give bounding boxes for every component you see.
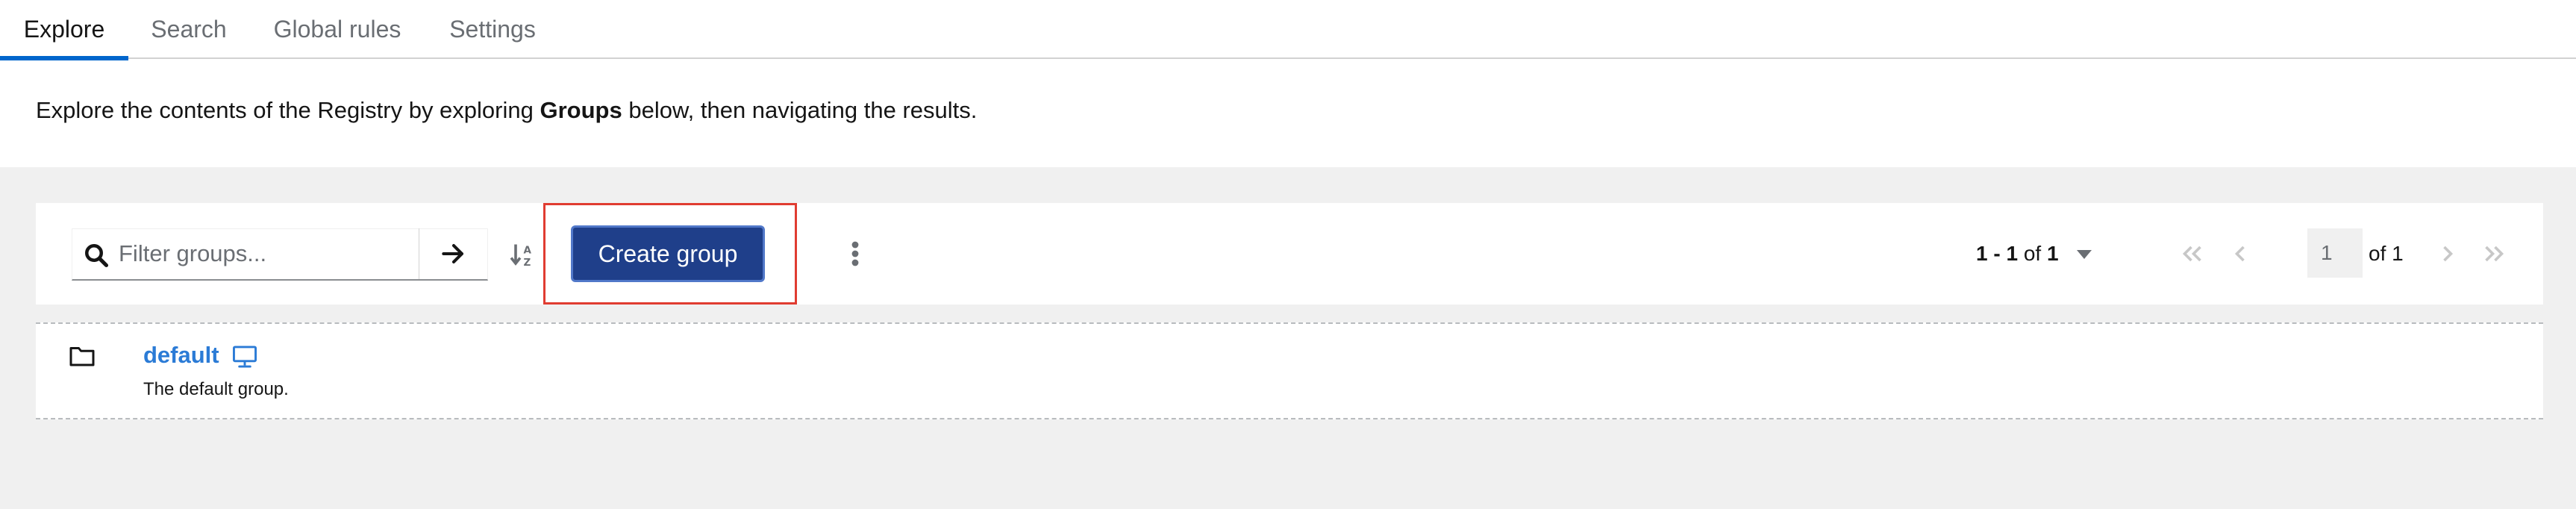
group-list: default The default group. [36,322,2543,419]
svg-text:A: A [524,245,532,257]
pagination-summary[interactable]: 1 - 1 of 1 [1976,236,2059,272]
pagination-range: 1 - 1 [1976,242,2019,265]
arrow-right-icon [442,244,463,263]
group-name-link[interactable]: default [143,342,219,369]
create-group-button[interactable]: Create group [571,225,765,282]
description-text-end: below, then navigating the results. [622,97,978,123]
groups-toolbar: A Z Create group 1 - 1 of 1 [36,203,2543,305]
last-page-button[interactable] [2479,239,2509,269]
angle-double-left-icon [2182,246,2201,262]
angle-right-icon [2443,246,2454,262]
description-text: Explore the contents of the Registry by … [36,97,540,123]
tab-global-rules[interactable]: Global rules [249,0,425,59]
caret-down-icon [2077,250,2092,259]
description-groups-emphasis: Groups [540,97,622,123]
folder-icon [69,347,95,366]
tab-search[interactable]: Search [128,0,249,59]
angle-left-icon [2234,246,2245,262]
search-submit-button[interactable] [419,228,488,279]
search-input[interactable] [119,229,450,278]
tab-settings[interactable]: Settings [425,0,560,59]
search-icon [85,244,109,268]
toolbar-kebab-button[interactable] [839,233,872,275]
group-description: The default group. [143,379,289,399]
pagination-toggle[interactable] [2073,243,2095,266]
search-box [72,228,488,281]
previous-page-button[interactable] [2225,239,2255,269]
current-page-input[interactable] [2307,228,2363,278]
next-page-button[interactable] [2433,239,2463,269]
first-page-button[interactable] [2178,239,2207,269]
svg-text:Z: Z [524,257,531,268]
pagination-of-label: of [2023,242,2042,265]
monitor-icon [233,346,257,368]
tab-explore[interactable]: Explore [0,0,128,60]
pagination-total: 1 [2046,242,2059,265]
page-description: Explore the contents of the Registry by … [36,97,977,124]
kebab-icon [851,241,859,266]
sort-alpha-icon: A Z [510,244,532,268]
registry-explore-page: Explore Search Global rules Settings Exp… [0,0,2576,509]
angle-double-right-icon [2485,246,2504,262]
pagination-pages-label: of 1 [2369,242,2404,265]
main-tabs: Explore Search Global rules Settings [0,0,2576,60]
